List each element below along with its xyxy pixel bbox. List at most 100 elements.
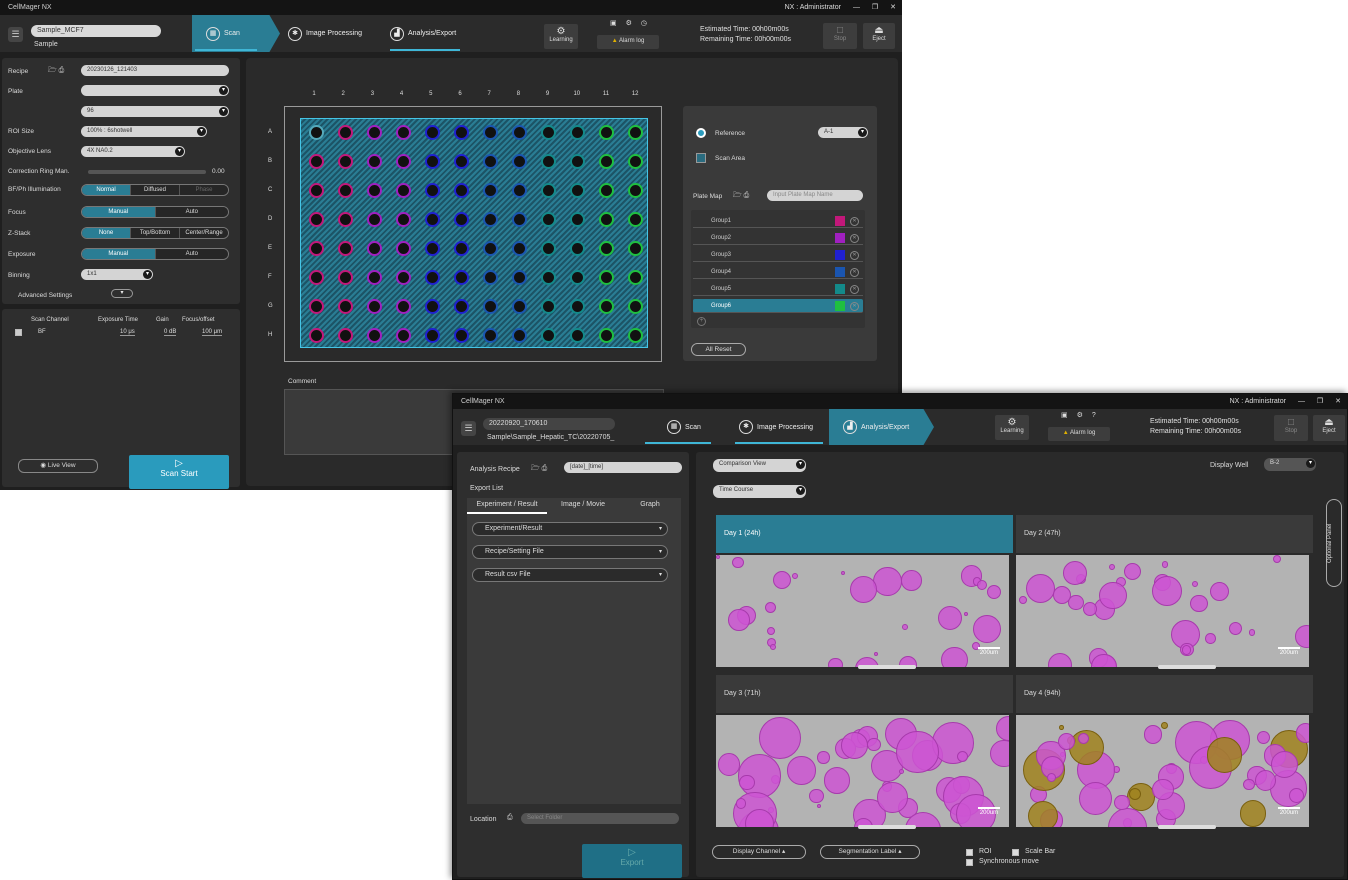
add-group-icon[interactable]: + [697, 317, 706, 326]
well[interactable] [628, 299, 643, 314]
well[interactable] [628, 270, 643, 285]
well[interactable] [541, 212, 556, 227]
well[interactable] [541, 241, 556, 256]
close-button[interactable]: ✕ [1335, 398, 1341, 405]
well[interactable] [541, 125, 556, 140]
display-channel-button[interactable]: Display Channel ▴ [712, 845, 806, 859]
day-card[interactable]: Day 3 (71h) [716, 675, 1013, 713]
chevron-down-icon[interactable]: ▾ [111, 289, 133, 298]
well[interactable] [541, 299, 556, 314]
well[interactable] [338, 270, 353, 285]
learning-button[interactable]: ⚙ Learning [544, 24, 578, 49]
group-row[interactable]: Group6 ✕ [693, 299, 863, 313]
well[interactable] [454, 270, 469, 285]
binning-dropdown[interactable]: 1x1 ▾ [81, 269, 153, 280]
well[interactable] [454, 183, 469, 198]
segmentation-label-button[interactable]: Segmentation Label ▴ [820, 845, 920, 859]
well[interactable] [628, 212, 643, 227]
export-button[interactable]: ▷ Export [582, 844, 682, 878]
well[interactable] [367, 183, 382, 198]
well[interactable] [512, 154, 527, 169]
well[interactable] [454, 154, 469, 169]
well[interactable] [541, 183, 556, 198]
reference-dropdown[interactable]: A-1 ▾ [818, 127, 868, 138]
well[interactable] [367, 270, 382, 285]
well[interactable] [338, 241, 353, 256]
well[interactable] [309, 299, 324, 314]
group-color-swatch[interactable] [835, 250, 845, 260]
well[interactable] [309, 270, 324, 285]
well[interactable] [483, 125, 498, 140]
micrograph-image[interactable]: 200um [716, 715, 1009, 827]
well[interactable] [309, 328, 324, 343]
sync-move-checkbox[interactable] [966, 859, 973, 866]
advanced-settings[interactable]: Advanced Settings [18, 292, 72, 299]
step-image-processing[interactable]: ✱ Image Processing [274, 15, 384, 52]
roi-checkbox[interactable] [966, 849, 973, 856]
group-color-swatch[interactable] [835, 301, 845, 311]
step-scan[interactable]: ▦ Scan [192, 15, 280, 52]
well[interactable] [570, 299, 585, 314]
remove-group-icon[interactable]: ✕ [850, 268, 859, 277]
menu-icon[interactable]: ☰ [461, 421, 476, 436]
well[interactable] [628, 125, 643, 140]
well[interactable] [396, 241, 411, 256]
well[interactable] [541, 270, 556, 285]
correction-slider[interactable] [88, 170, 206, 174]
plate-dropdown[interactable]: ▾ [81, 85, 229, 96]
group-row[interactable]: Group1 ✕ [693, 214, 863, 228]
well[interactable] [570, 183, 585, 198]
well[interactable] [396, 212, 411, 227]
remove-group-icon[interactable]: ✕ [850, 251, 859, 260]
all-reset-button[interactable]: All Reset [691, 343, 746, 356]
plate-grid[interactable] [300, 118, 648, 348]
well[interactable] [396, 154, 411, 169]
group-color-swatch[interactable] [835, 267, 845, 277]
comparison-view-dropdown[interactable]: Comparison View ▾ [713, 459, 806, 472]
day-card[interactable]: Day 1 (24h) [716, 515, 1013, 553]
well[interactable] [367, 241, 382, 256]
plate-map-name-input[interactable]: Input Plate Map Name [767, 190, 863, 201]
eject-button[interactable]: ⏏ Eject [863, 23, 895, 49]
location-input[interactable]: Select Folder [521, 813, 679, 824]
restore-button[interactable]: ❐ [872, 4, 878, 11]
well[interactable] [396, 270, 411, 285]
well[interactable] [483, 154, 498, 169]
eject-button[interactable]: ⏏ Eject [1313, 415, 1345, 441]
well[interactable] [599, 270, 614, 285]
accordion-recipe-setting[interactable]: Recipe/Setting File ▾ [472, 545, 668, 559]
well[interactable] [628, 328, 643, 343]
well[interactable] [512, 241, 527, 256]
accordion-result-csv[interactable]: Result csv File ▾ [472, 568, 668, 582]
well[interactable] [570, 328, 585, 343]
well[interactable] [599, 212, 614, 227]
well[interactable] [512, 328, 527, 343]
step-analysis-export[interactable]: ▟ Analysis/Export [829, 409, 934, 445]
well[interactable] [483, 270, 498, 285]
well[interactable] [483, 212, 498, 227]
alarm-log-button[interactable]: ▲ Alarm log [597, 35, 659, 49]
well[interactable] [570, 270, 585, 285]
remove-group-icon[interactable]: ✕ [850, 302, 859, 311]
well[interactable] [309, 183, 324, 198]
recipe-input[interactable]: 20230126_121403 [81, 65, 229, 76]
well[interactable] [338, 328, 353, 343]
group-row[interactable]: Group3 ✕ [693, 248, 863, 262]
group-color-swatch[interactable] [835, 216, 845, 226]
well[interactable] [483, 299, 498, 314]
well[interactable] [599, 154, 614, 169]
well[interactable] [396, 125, 411, 140]
sample-name-input[interactable]: 20220920_170610 [483, 418, 615, 430]
accordion-experiment-result[interactable]: Experiment/Result ▾ [472, 522, 668, 536]
well[interactable] [367, 154, 382, 169]
well[interactable] [309, 125, 324, 140]
well[interactable] [309, 241, 324, 256]
learning-button[interactable]: ⚙ Learning [995, 415, 1029, 440]
sample-name-input[interactable]: Sample_MCF7 [31, 25, 161, 37]
step-image-processing[interactable]: ✱ Image Processing [725, 409, 835, 445]
well[interactable] [512, 299, 527, 314]
step-analysis-export[interactable]: ▟ Analysis/Export [376, 15, 486, 52]
focus-segment[interactable]: Manual Auto [81, 206, 229, 218]
horizontal-scrollbar[interactable] [858, 665, 916, 669]
minimize-button[interactable]: — [1298, 398, 1305, 405]
